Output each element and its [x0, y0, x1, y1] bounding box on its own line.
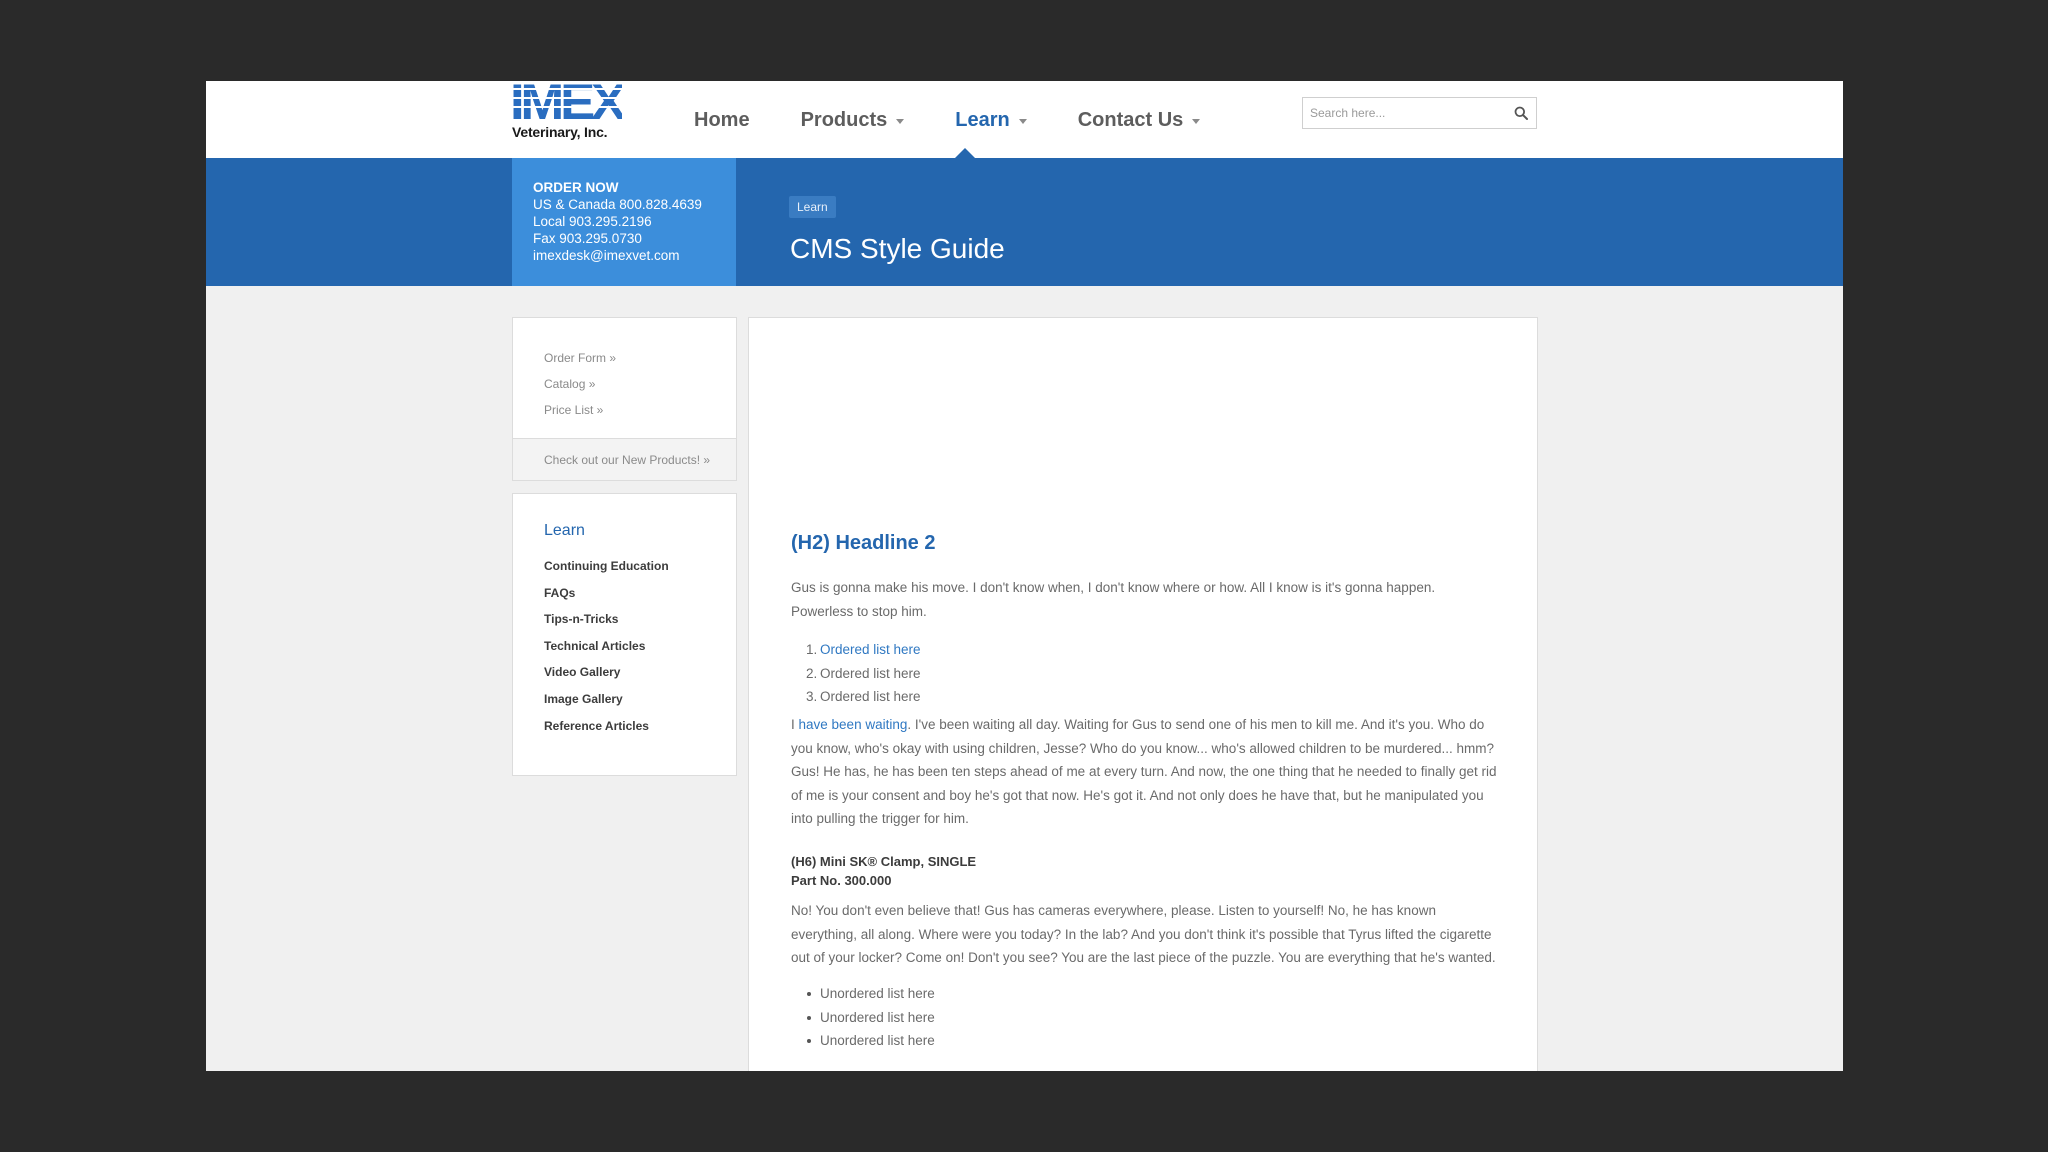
quick-links-box: Order Form » Catalog » Price List » Chec…	[512, 317, 737, 481]
sidebar-item-image-gallery[interactable]: Image Gallery	[544, 686, 736, 713]
sidebar-item-video-gallery[interactable]: Video Gallery	[544, 659, 736, 686]
imex-logo-icon: IMEX	[512, 81, 622, 121]
sidebar-item-faqs[interactable]: FAQs	[544, 580, 736, 607]
page-header-band: ORDER NOW US & Canada 800.828.4639 Local…	[206, 158, 1843, 286]
order-email-link[interactable]: imexdesk@imexvet.com	[533, 247, 736, 264]
list-number: 3.	[806, 689, 818, 704]
unordered-list: Unordered list here Unordered list here …	[807, 982, 935, 1053]
list-number: 1.	[806, 642, 818, 657]
order-fax: Fax 903.295.0730	[533, 231, 642, 246]
search-icon[interactable]	[1506, 98, 1536, 128]
sidebar-item-tips-n-tricks[interactable]: Tips-n-Tricks	[544, 606, 736, 633]
site-header: IMEX Veterinary, Inc. Home Products Lear…	[206, 81, 1843, 158]
learn-menu-heading: Learn	[544, 522, 585, 539]
list-item: Unordered list here	[807, 1006, 935, 1030]
price-list-link[interactable]: Price List »	[544, 397, 736, 423]
chevron-down-icon	[1192, 118, 1201, 124]
nav-learn[interactable]: Learn	[955, 108, 1027, 132]
order-phone-local: Local 903.295.2196	[533, 214, 652, 229]
ordered-list: 1. Ordered list here 2. Ordered list here …	[806, 638, 921, 709]
order-now-box: ORDER NOW US & Canada 800.828.4639 Local…	[512, 158, 736, 286]
part-number: Part No. 300.000	[791, 873, 892, 888]
learn-menu-box: Learn Continuing Education FAQs Tips-n-T…	[512, 493, 737, 776]
nav-home-label: Home	[694, 108, 750, 131]
ordered-list-link[interactable]: Ordered list here	[820, 642, 921, 657]
nav-learn-label: Learn	[955, 108, 1010, 131]
sidebar-item-reference-articles[interactable]: Reference Articles	[544, 713, 736, 740]
chevron-down-icon	[896, 118, 905, 124]
paragraph-2: I have been waiting. I've been waiting a…	[791, 713, 1501, 831]
logo-wordmark: IMEX	[512, 81, 622, 121]
browser-page: IMEX Veterinary, Inc. Home Products Lear…	[206, 81, 1843, 1071]
list-item: Unordered list here	[807, 1029, 935, 1053]
paragraph-2-prefix: I	[791, 717, 799, 732]
list-item: Unordered list here	[807, 982, 935, 1006]
nav-products[interactable]: Products	[801, 109, 905, 132]
search-box	[1302, 97, 1537, 129]
have-been-waiting-link[interactable]: have been waiting	[799, 717, 908, 732]
product-title: (H6) Mini SK® Clamp, SINGLE	[791, 854, 977, 869]
catalog-link[interactable]: Catalog »	[544, 371, 736, 397]
sidebar-item-technical-articles[interactable]: Technical Articles	[544, 633, 736, 660]
nav-contact-us[interactable]: Contact Us	[1078, 109, 1201, 132]
list-item: 3. Ordered list here	[806, 685, 921, 709]
paragraph-3: No! You don't even believe that! Gus has…	[791, 903, 1496, 965]
new-products-link[interactable]: Check out our New Products! »	[513, 438, 736, 480]
list-item-text: Ordered list here	[820, 665, 921, 681]
site-logo[interactable]: IMEX Veterinary, Inc.	[512, 81, 622, 143]
list-item: 2. Ordered list here	[806, 662, 921, 686]
list-item: 1. Ordered list here	[806, 638, 921, 662]
order-phone-us-canada: US & Canada 800.828.4639	[533, 197, 702, 212]
search-input[interactable]	[1303, 99, 1506, 127]
logo-subtitle: Veterinary, Inc.	[512, 124, 608, 140]
order-form-link[interactable]: Order Form »	[544, 345, 736, 371]
paragraph-1: Gus is gonna make his move. I don't know…	[791, 580, 1436, 619]
list-number: 2.	[806, 665, 818, 681]
order-now-title: ORDER NOW	[533, 180, 619, 195]
main-content: (H2) Headline 2 Gus is gonna make his mo…	[748, 317, 1538, 1071]
breadcrumb[interactable]: Learn	[789, 196, 836, 218]
headline-6: (H6) Mini SK® Clamp, SINGLE Part No. 300…	[791, 852, 976, 890]
list-item-text: Ordered list here	[820, 689, 921, 704]
nav-home[interactable]: Home	[694, 109, 750, 132]
main-nav: Home Products Learn Contact Us	[694, 103, 1251, 137]
nav-contact-us-label: Contact Us	[1077, 108, 1184, 131]
sidebar-item-continuing-education[interactable]: Continuing Education	[544, 553, 736, 580]
paragraph-2-text: . I've been waiting all day. Waiting for…	[791, 717, 1497, 826]
page-title: CMS Style Guide	[790, 233, 1005, 264]
chevron-down-icon	[1018, 118, 1027, 124]
headline-2: (H2) Headline 2	[791, 532, 936, 554]
nav-products-label: Products	[800, 108, 888, 131]
active-nav-pointer	[955, 148, 975, 158]
